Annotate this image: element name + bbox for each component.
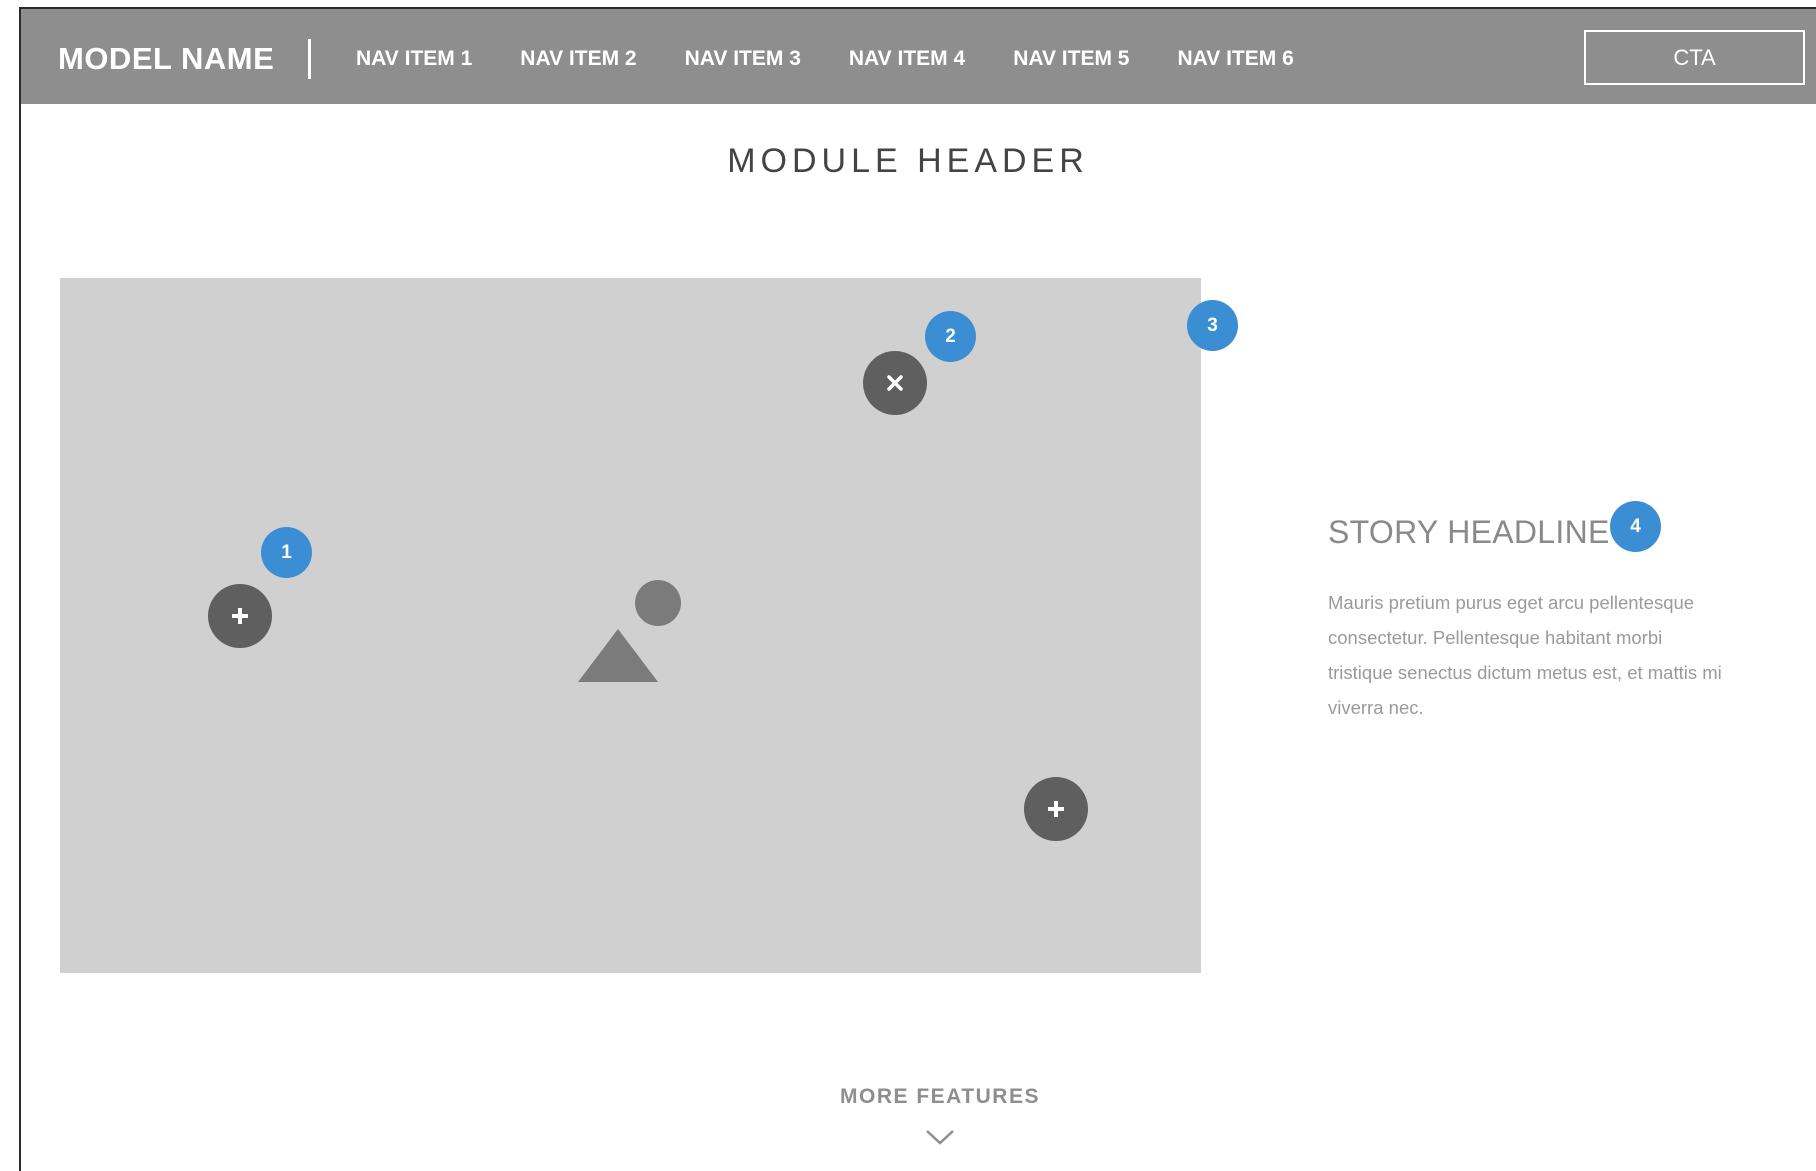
annotation-badge-3: 3 xyxy=(1187,300,1238,351)
plus-icon xyxy=(1048,801,1064,817)
page: MODEL NAME NAV ITEM 1 NAV ITEM 2 NAV ITE… xyxy=(0,0,1816,1171)
hotspot-2-button[interactable] xyxy=(863,351,927,415)
top-navigation-bar: MODEL NAME NAV ITEM 1 NAV ITEM 2 NAV ITE… xyxy=(21,9,1816,104)
brand-divider xyxy=(308,39,311,79)
story-body: Mauris pretium purus eget arcu pellentes… xyxy=(1328,592,1722,718)
story-headline: STORY HEADLINE xyxy=(1328,514,1610,550)
nav-menu: NAV ITEM 1 NAV ITEM 2 NAV ITEM 3 NAV ITE… xyxy=(356,39,1342,79)
annotation-badge-1: 1 xyxy=(261,527,312,578)
nav-item-6[interactable]: NAV ITEM 6 xyxy=(1177,47,1293,71)
nav-item-2[interactable]: NAV ITEM 2 xyxy=(520,47,636,71)
nav-item-5[interactable]: NAV ITEM 5 xyxy=(1013,47,1129,71)
model-name[interactable]: MODEL NAME xyxy=(58,39,274,79)
module-header: MODULE HEADER xyxy=(727,142,1089,180)
annotation-badge-2: 2 xyxy=(925,311,976,362)
hotspot-3-button[interactable] xyxy=(1024,777,1088,841)
nav-item-3[interactable]: NAV ITEM 3 xyxy=(685,47,801,71)
plus-icon xyxy=(232,608,248,624)
annotation-badge-4: 4 xyxy=(1610,501,1661,552)
cta-button[interactable]: CTA xyxy=(1584,30,1805,85)
chevron-down-icon[interactable] xyxy=(925,1128,955,1146)
nav-item-1[interactable]: NAV ITEM 1 xyxy=(356,47,472,71)
close-icon xyxy=(887,375,903,391)
more-features-link[interactable]: MORE FEATURES xyxy=(0,1085,1816,1109)
image-placeholder-sun-icon xyxy=(635,580,681,626)
hotspot-1-button[interactable] xyxy=(208,584,272,648)
image-placeholder-mountain-icon xyxy=(578,629,658,682)
nav-item-4[interactable]: NAV ITEM 4 xyxy=(849,47,965,71)
